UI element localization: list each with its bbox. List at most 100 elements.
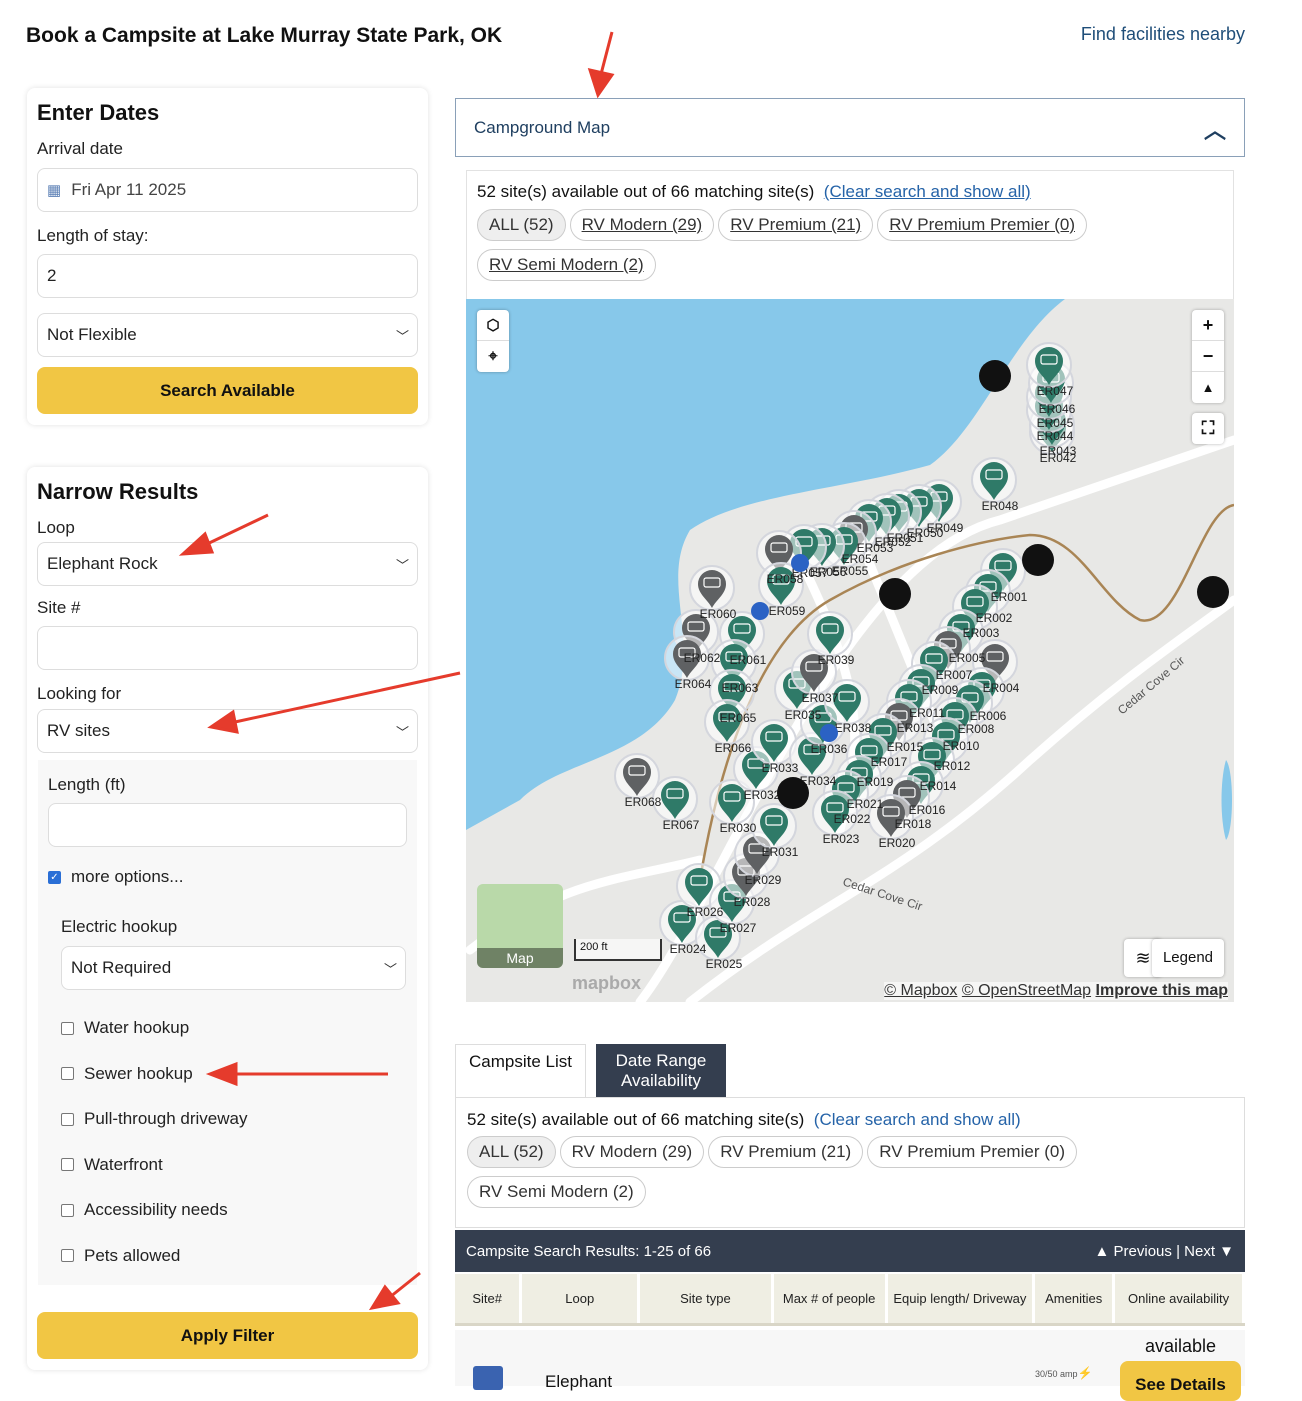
site-label: ER010	[943, 739, 980, 753]
narrow-results-heading: Narrow Results	[37, 479, 199, 504]
arrival-date-label: Arrival date	[37, 139, 123, 158]
filter-pill[interactable]: RV Premium (21)	[708, 1136, 864, 1168]
map-summary: 52 site(s) available out of 66 matching …	[477, 182, 815, 201]
checkbox-label: Waterfront	[84, 1154, 163, 1174]
3d-cube-icon[interactable]: ⬡	[477, 310, 509, 341]
site-label: ER014	[920, 779, 957, 793]
looking-for-select[interactable]: RV sites ﹀	[37, 709, 418, 753]
site-label: ER012	[934, 759, 971, 773]
locate-icon[interactable]: ⌖	[477, 341, 509, 372]
site-label: ER045	[1037, 416, 1074, 430]
more-filters-section: Length (ft) ✓ more options... Electric ho…	[38, 760, 417, 1285]
site-label: ER017	[871, 755, 908, 769]
compass-icon[interactable]: ▲	[1192, 372, 1224, 403]
checkbox-pull-through-driveway[interactable]: Pull-through driveway	[61, 1109, 247, 1129]
site-label: ER007	[936, 668, 973, 682]
map-clear-search-link[interactable]: (Clear search and show all)	[824, 182, 1031, 201]
zoom-in-icon[interactable]: +	[1192, 310, 1224, 341]
map-filter-panel: 52 site(s) available out of 66 matching …	[466, 170, 1234, 299]
site-label: ER064	[675, 677, 712, 691]
tab-campsite-list[interactable]: Campsite List	[455, 1044, 586, 1098]
previous-link[interactable]: ▲ Previous	[1095, 1243, 1172, 1260]
lightning-icon: ⚡	[1077, 1366, 1093, 1380]
chevron-up-icon[interactable]: ︿	[1204, 113, 1226, 145]
campground-map-header[interactable]: Campground Map ︿	[455, 98, 1245, 157]
amenity-label: 30/50 amp	[1035, 1369, 1078, 1379]
next-link[interactable]: Next ▼	[1184, 1243, 1234, 1260]
filter-pill[interactable]: RV Premium (21)	[718, 209, 874, 241]
more-options-checkbox[interactable]: ✓ more options...	[48, 867, 183, 887]
enter-dates-heading: Enter Dates	[37, 100, 160, 125]
list-clear-search-link[interactable]: (Clear search and show all)	[814, 1110, 1021, 1129]
map-style-thumbnail[interactable]: Map	[477, 884, 563, 968]
checkbox-label: Accessibility needs	[84, 1200, 228, 1219]
loop-label: Loop	[37, 518, 75, 537]
length-ft-input[interactable]	[48, 803, 407, 847]
loop-cell: Elephant	[545, 1372, 613, 1391]
improve-map-link[interactable]: Improve this map	[1096, 982, 1228, 999]
looking-for-value: RV sites	[47, 721, 110, 740]
filter-pill[interactable]: RV Semi Modern (2)	[477, 249, 656, 281]
site-number-input[interactable]	[37, 626, 418, 670]
looking-for-label: Looking for	[37, 684, 122, 703]
checkbox-label: Water hookup	[84, 1018, 190, 1037]
filter-pill[interactable]: ALL (52)	[467, 1136, 556, 1168]
legend-button[interactable]: Legend	[1152, 939, 1224, 977]
filter-pill[interactable]: ALL (52)	[477, 209, 566, 241]
filter-pill[interactable]: RV Semi Modern (2)	[467, 1176, 646, 1208]
checkbox-sewer-hookup[interactable]: Sewer hookup	[61, 1064, 193, 1084]
checkbox-accessibility-needs[interactable]: Accessibility needs	[61, 1200, 228, 1220]
apply-filter-button[interactable]: Apply Filter	[37, 1312, 418, 1359]
site-label: ER031	[762, 845, 799, 859]
mapbox-attribution-link[interactable]: © Mapbox	[884, 982, 957, 999]
checkbox-label: Pets allowed	[84, 1245, 181, 1265]
site-label: ER020	[879, 836, 916, 850]
electric-amp-icon: 30/50 amp⚡	[1035, 1366, 1092, 1380]
column-header[interactable]: Online availability	[1113, 1274, 1245, 1326]
find-facilities-link[interactable]: Find facilities nearby	[1081, 24, 1245, 45]
arrival-date-input[interactable]: ▦ Fri Apr 11 2025	[37, 168, 418, 212]
see-details-button[interactable]: See Details	[1120, 1361, 1241, 1401]
osm-attribution-link[interactable]: © OpenStreetMap	[962, 982, 1091, 999]
fullscreen-icon[interactable]: ⛶	[1192, 413, 1224, 444]
site-label: ER060	[700, 607, 737, 621]
column-header[interactable]: Equip length/ Driveway	[886, 1274, 1036, 1326]
site-label: ER032	[744, 788, 781, 802]
site-label: ER024	[670, 942, 707, 956]
site-label: ER033	[762, 761, 799, 775]
map-canvas[interactable]: Cedar Cove CirCedar Cove CirER001ER002ER…	[466, 299, 1234, 1002]
mapbox-logo: mapbox	[572, 973, 642, 993]
loop-select[interactable]: Elephant Rock ﹀	[37, 542, 418, 586]
campground-map[interactable]: Cedar Cove Cir Cedar Cove Cir ER001 ER002 ER…	[466, 299, 1234, 1002]
site-label: ER016	[909, 803, 946, 817]
filter-pill[interactable]: RV Premium Premier (0)	[877, 209, 1087, 241]
length-of-stay-input[interactable]: 2	[37, 254, 418, 298]
site-label: ER005	[949, 651, 986, 665]
tab-date-range-availability[interactable]: Date Range Availability	[596, 1044, 726, 1097]
site-label: ER067	[663, 818, 700, 832]
site-label: ER023	[823, 832, 860, 846]
checkbox-water-hookup[interactable]: Water hookup	[61, 1018, 189, 1038]
checkbox-pets-allowed[interactable]: Pets allowed	[61, 1246, 180, 1266]
filter-pill[interactable]: RV Modern (29)	[559, 1136, 705, 1168]
site-label: ER061	[730, 653, 767, 667]
site-label: ER030	[720, 821, 757, 835]
electric-hookup-select[interactable]: Not Required ﹀	[61, 946, 406, 990]
column-header[interactable]: Loop	[520, 1274, 641, 1326]
search-available-button[interactable]: Search Available	[37, 367, 418, 414]
flexibility-select[interactable]: Not Flexible ﹀	[37, 313, 418, 357]
column-header[interactable]: Site#	[455, 1274, 523, 1326]
site-label: ER019	[857, 775, 894, 789]
filter-pill[interactable]: RV Premium Premier (0)	[867, 1136, 1077, 1168]
zoom-out-icon[interactable]: −	[1192, 341, 1224, 372]
checkbox-waterfront[interactable]: Waterfront	[61, 1155, 163, 1175]
column-header[interactable]: Amenities	[1033, 1274, 1116, 1326]
filter-pill[interactable]: RV Modern (29)	[569, 209, 715, 241]
narrow-results-card: Narrow Results Loop Elephant Rock ﹀ Site …	[27, 467, 428, 1370]
checkbox-box	[61, 1067, 74, 1080]
table-row[interactable]: Elephant 30/50 amp⚡ available See Detail…	[455, 1330, 1245, 1401]
site-label: ER043	[1040, 444, 1077, 458]
column-header[interactable]: Site type	[638, 1274, 774, 1326]
column-header[interactable]: Max # of people	[772, 1274, 888, 1326]
site-label: ER013	[897, 721, 934, 735]
